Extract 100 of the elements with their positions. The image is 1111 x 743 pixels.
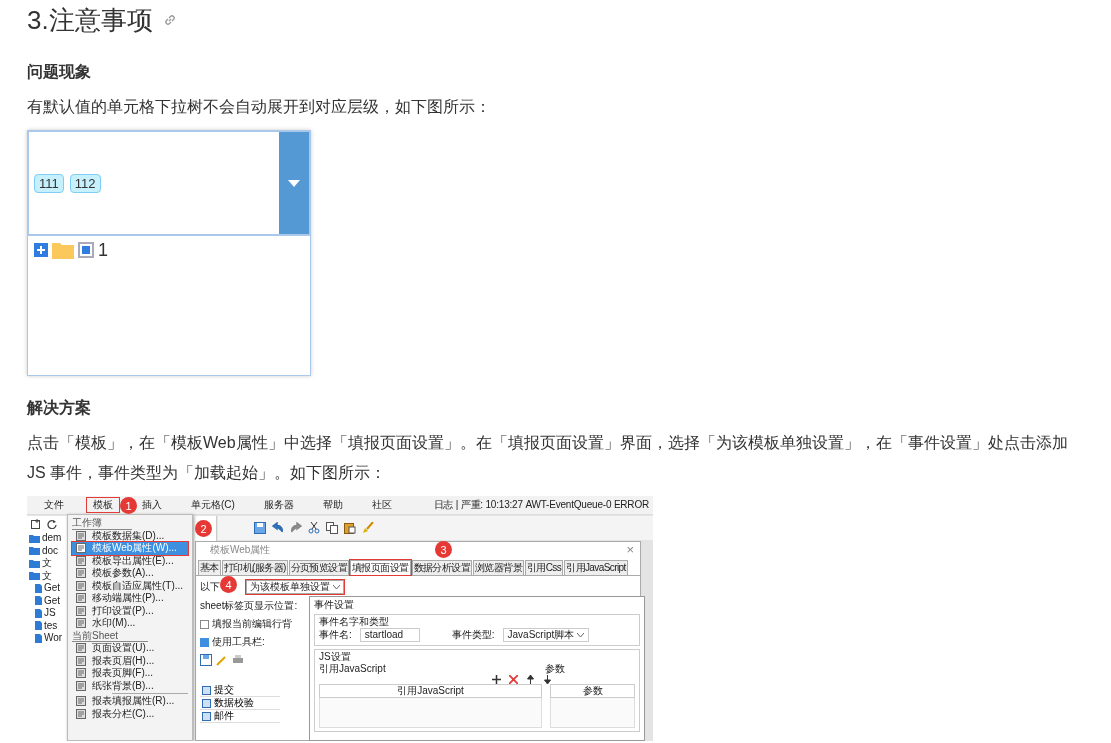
page-icon xyxy=(76,555,86,566)
chevron-icon xyxy=(333,585,340,589)
up-arrow-icon[interactable] xyxy=(526,675,535,684)
group-title: 事件名字和类型 xyxy=(319,616,390,628)
menu-item[interactable]: 插入 xyxy=(135,497,169,513)
save-icon[interactable] xyxy=(200,654,212,666)
save-icon[interactable] xyxy=(254,522,266,534)
page-icon xyxy=(76,605,86,616)
setting-dropdown[interactable]: 为该模板单独设置 xyxy=(246,580,344,594)
selected-tag: 111 xyxy=(34,173,64,193)
log-status: 日志 | 严重: 10:13:27 AWT-EventQueue-0 ERROR xyxy=(433,499,650,511)
menu-item[interactable]: 服务器 xyxy=(256,497,301,513)
tree-item[interactable]: Wor xyxy=(44,632,63,645)
field-label: 以下 xyxy=(200,581,220,593)
checkbox-label: 使用工具栏: xyxy=(212,636,265,648)
group-title: JS设置 xyxy=(319,651,352,663)
field-label: 事件名: xyxy=(319,629,352,641)
tree-item[interactable]: 文 xyxy=(42,557,52,570)
menu-section-title: 工作簿 xyxy=(72,517,132,530)
checkbox[interactable] xyxy=(200,619,209,629)
tree-item[interactable]: JS xyxy=(44,607,56,620)
tab[interactable]: 填报页面设置 xyxy=(350,560,411,575)
page-heading: 3.注意事项 xyxy=(27,3,153,37)
menu-item[interactable]: 报表页眉(H)... xyxy=(72,654,188,667)
tree-item[interactable]: 文 xyxy=(42,569,52,582)
scissors-icon[interactable] xyxy=(308,522,320,534)
menu-item[interactable]: 模板导出属性(E)... xyxy=(72,554,188,567)
tab[interactable]: 浏览器背景 xyxy=(472,560,524,575)
square-icon xyxy=(202,685,211,695)
tree-item[interactable]: doc xyxy=(42,544,59,557)
field-label: 事件类型: xyxy=(451,629,495,641)
tree-item[interactable]: tes xyxy=(44,619,58,632)
menu-item[interactable]: 水印(M)... xyxy=(72,617,188,630)
folder-icon xyxy=(29,571,40,581)
page-icon xyxy=(76,568,86,579)
menu-item[interactable]: 报表页脚(F)... xyxy=(72,667,188,680)
close-button[interactable]: × xyxy=(626,544,634,558)
menu-item[interactable]: 社区 xyxy=(364,497,399,513)
new-window-icon[interactable] xyxy=(31,519,41,529)
menu-item[interactable]: 模板自适应属性(T)... xyxy=(72,579,188,592)
checkbox[interactable] xyxy=(200,637,209,647)
field-label: 引用JavaScript xyxy=(319,663,387,675)
page-icon xyxy=(76,696,86,707)
checkbox[interactable] xyxy=(78,242,94,258)
tree-select-field[interactable]: 111 112 xyxy=(27,130,311,236)
delete-icon[interactable] xyxy=(509,675,518,684)
tree-item[interactable]: Get xyxy=(44,594,61,607)
square-icon xyxy=(202,711,211,721)
menu-item[interactable]: 模板数据集(D)... xyxy=(72,529,188,542)
tab[interactable]: 引用Css xyxy=(524,560,564,575)
selected-tag: 112 xyxy=(69,173,101,193)
column-header: 引用JavaScript xyxy=(319,684,542,698)
refresh-icon[interactable] xyxy=(47,519,57,529)
brush-icon[interactable] xyxy=(362,522,374,534)
menu-item[interactable]: 模板 xyxy=(86,497,120,513)
page-icon xyxy=(76,593,86,604)
printer-icon[interactable] xyxy=(232,654,244,666)
tree-node-label[interactable]: 1 xyxy=(98,240,108,260)
tab[interactable]: 打印机(服务器) xyxy=(221,560,288,575)
undo-icon[interactable] xyxy=(272,522,284,534)
folder-icon xyxy=(29,558,40,568)
page-icon xyxy=(76,668,86,679)
link-icon[interactable] xyxy=(162,13,177,27)
section-title: 解决方案 xyxy=(27,398,92,418)
menu-item[interactable]: 页面设置(U)... xyxy=(72,642,188,655)
field-label: sheet标签页显示位置: xyxy=(200,600,298,612)
tab[interactable]: 分页预览设置 xyxy=(288,560,350,575)
menu-item[interactable]: 帮助 xyxy=(315,497,350,513)
column-header: 参数 xyxy=(550,684,635,698)
menu-item[interactable]: 报表填报属性(R)... xyxy=(72,695,188,708)
type-dropdown[interactable]: JavaScript脚本 xyxy=(502,628,590,642)
menu-item[interactable]: 报表分栏(C)... xyxy=(72,707,188,720)
paste-icon[interactable] xyxy=(344,522,356,534)
list-item[interactable]: 邮件 xyxy=(200,710,280,723)
name-field[interactable]: startload xyxy=(359,628,420,642)
menu-item[interactable]: 单元格(C) xyxy=(184,497,242,513)
dialog-title: 模板Web属性 xyxy=(210,544,271,557)
tree-item[interactable]: dem xyxy=(42,532,62,545)
menu-item[interactable]: 纸张背景(B)... xyxy=(72,679,188,692)
paragraph: 有默认值的单元格下拉树不会自动展开到对应层级，如下图所示： xyxy=(27,97,492,117)
field-label: 参数 xyxy=(545,663,566,675)
page-icon xyxy=(76,708,86,719)
expand-icon[interactable] xyxy=(34,243,48,257)
list-item[interactable]: 数据校验 xyxy=(200,697,280,710)
menu-item[interactable]: 模板参数(A)... xyxy=(72,567,188,580)
menu-item[interactable]: 打印设置(P)... xyxy=(72,604,188,617)
list-item[interactable]: 提交 xyxy=(200,684,280,697)
square-icon xyxy=(202,698,211,708)
tab[interactable]: 引用JavaScript xyxy=(564,560,628,575)
menu-item[interactable]: 文件 xyxy=(37,497,71,513)
menu-item[interactable]: 移动端属性(P)... xyxy=(72,592,188,605)
section-title: 问题现象 xyxy=(27,62,92,82)
tab[interactable]: 数据分析设置 xyxy=(411,560,472,575)
page-icon xyxy=(76,580,86,591)
page-icon xyxy=(76,643,86,654)
tab[interactable]: 基本 xyxy=(198,560,221,575)
tree-item[interactable]: Get xyxy=(44,582,61,595)
down-arrow-icon[interactable] xyxy=(543,675,552,684)
redo-icon[interactable] xyxy=(290,522,302,534)
copy-icon[interactable] xyxy=(326,522,338,534)
